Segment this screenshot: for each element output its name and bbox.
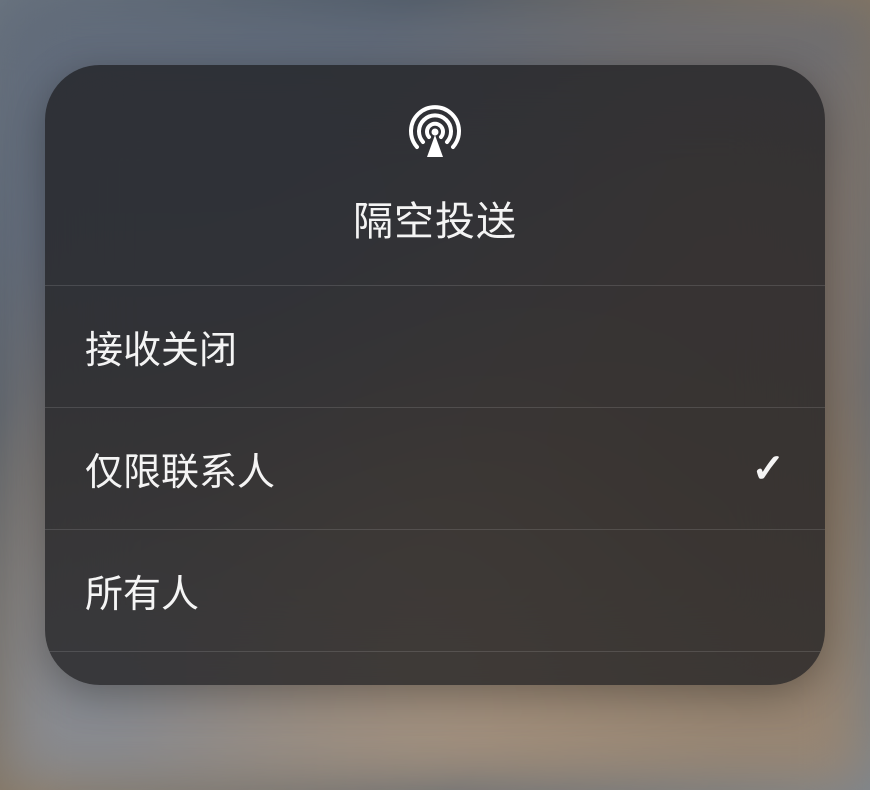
checkmark-icon: ✓ bbox=[751, 446, 785, 492]
option-receiving-off[interactable]: 接收关闭 ✓ bbox=[45, 286, 825, 408]
panel-footer-spacer bbox=[45, 652, 825, 685]
panel-header: 隔空投送 bbox=[45, 65, 825, 286]
airdrop-icon bbox=[405, 105, 465, 165]
airdrop-settings-panel: 隔空投送 接收关闭 ✓ 仅限联系人 ✓ 所有人 ✓ bbox=[45, 65, 825, 685]
option-label: 接收关闭 bbox=[85, 319, 237, 374]
option-label: 仅限联系人 bbox=[85, 441, 275, 496]
option-contacts-only[interactable]: 仅限联系人 ✓ bbox=[45, 408, 825, 530]
option-label: 所有人 bbox=[85, 563, 199, 618]
option-list: 接收关闭 ✓ 仅限联系人 ✓ 所有人 ✓ bbox=[45, 286, 825, 652]
panel-title: 隔空投送 bbox=[353, 189, 517, 247]
option-everyone[interactable]: 所有人 ✓ bbox=[45, 530, 825, 652]
